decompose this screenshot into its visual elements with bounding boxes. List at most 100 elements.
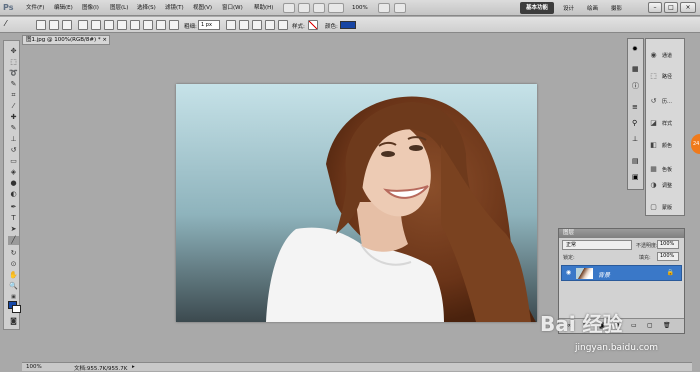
intersect-mode-icon[interactable] <box>265 20 275 30</box>
bridge-icon[interactable] <box>283 3 295 13</box>
image-canvas[interactable] <box>176 84 537 322</box>
layer-name[interactable]: 背景 <box>598 270 610 279</box>
dodge-tool-icon[interactable]: ◐ <box>8 190 19 199</box>
brush-tool-icon[interactable]: ✎ <box>8 124 19 133</box>
paint-bucket-tool-icon[interactable]: ◈ <box>8 168 19 177</box>
document-tab[interactable]: 图1.jpg @ 100%(RGB/8#) * × <box>22 35 110 45</box>
pen-icon[interactable] <box>78 20 88 30</box>
zoom-tool-icon[interactable]: 🔍 <box>8 282 19 291</box>
exclude-mode-icon[interactable] <box>278 20 288 30</box>
panel-adjustments[interactable]: ◑ 调整 <box>649 179 683 193</box>
workspace-painting[interactable]: 绘画 <box>587 4 598 12</box>
add-mode-icon[interactable] <box>239 20 249 30</box>
rectangle-icon[interactable] <box>104 20 114 30</box>
panel-color[interactable]: ◧ 颜色 <box>649 139 683 153</box>
path-selection-tool-icon[interactable]: ➤ <box>8 225 19 234</box>
menu-layer[interactable]: 图层(L) <box>110 4 128 13</box>
close-icon[interactable]: × <box>680 2 696 13</box>
info-icon[interactable]: ⓘ <box>632 81 639 91</box>
blend-mode-select[interactable]: 正常 <box>562 240 632 250</box>
layer-row-background[interactable]: ◉ 背景 🔒 <box>561 265 682 281</box>
layers-panel-title[interactable]: 图层 <box>559 229 684 238</box>
freeform-pen-icon[interactable] <box>91 20 101 30</box>
workspace-essentials-button[interactable]: 基本功能 <box>520 2 554 14</box>
style-picker-icon[interactable] <box>308 20 318 30</box>
opacity-input[interactable]: 100% <box>657 240 679 249</box>
new-layer-mode-icon[interactable] <box>226 20 236 30</box>
line-tool-icon[interactable]: ⁄ <box>5 19 6 28</box>
brush-presets-icon[interactable]: ≡ <box>632 103 638 111</box>
minimize-icon[interactable]: – <box>648 2 662 13</box>
side-badge[interactable]: 24 <box>691 134 700 154</box>
status-doc-info[interactable]: 文档:955.7K/955.7K <box>74 364 127 372</box>
status-arrow-icon[interactable]: ▸ <box>132 364 135 370</box>
lasso-tool-icon[interactable]: ➰ <box>8 69 19 78</box>
line-shape-tool-icon[interactable]: ╱ <box>8 236 19 245</box>
panel-styles[interactable]: ◪ 样式 <box>649 117 683 131</box>
history-brush-tool-icon[interactable]: ↺ <box>8 146 19 155</box>
panel-history[interactable]: ↺ 历… <box>649 95 683 109</box>
marquee-tool-icon[interactable]: ⬚ <box>8 58 19 67</box>
polygon-icon[interactable] <box>143 20 153 30</box>
status-zoom[interactable]: 100% <box>26 364 42 370</box>
fill-input[interactable]: 100% <box>657 252 679 261</box>
background-color[interactable] <box>12 305 21 313</box>
zoom-level[interactable]: 100% <box>352 4 368 13</box>
eyedropper-tool-icon[interactable]: ⁄ <box>8 102 19 111</box>
eraser-tool-icon[interactable]: ▭ <box>8 157 19 166</box>
pen-tool-icon[interactable]: ✒ <box>8 203 19 212</box>
menu-select[interactable]: 选择(S) <box>137 4 156 13</box>
move-tool-icon[interactable]: ✥ <box>8 47 19 56</box>
arrange-documents-icon[interactable] <box>378 3 390 13</box>
clone-source-icon[interactable]: ⚲ <box>632 119 637 127</box>
maximize-icon[interactable]: □ <box>664 2 678 13</box>
panel-masks[interactable]: ▢ 蒙版 <box>649 201 683 215</box>
hand-tool-icon[interactable]: ✋ <box>8 271 19 280</box>
menu-window[interactable]: 窗口(W) <box>222 4 243 13</box>
panel-swatches[interactable]: ▦ 色板 <box>649 163 683 177</box>
quick-select-tool-icon[interactable]: ✎ <box>8 80 19 89</box>
menu-view[interactable]: 视图(V) <box>193 4 212 13</box>
type-tool-icon[interactable]: T <box>8 214 19 223</box>
fill-pixels-icon[interactable] <box>62 20 72 30</box>
ellipse-icon[interactable] <box>130 20 140 30</box>
line-icon[interactable] <box>156 20 166 30</box>
subtract-mode-icon[interactable] <box>252 20 262 30</box>
clone-stamp-tool-icon[interactable]: ⊥ <box>8 135 19 144</box>
menu-help[interactable]: 帮助(H) <box>254 4 273 13</box>
crop-tool-icon[interactable]: ⌗ <box>8 91 19 100</box>
color-swatch[interactable] <box>340 21 356 29</box>
mini-bridge-icon[interactable] <box>298 3 310 13</box>
healing-brush-tool-icon[interactable]: ✚ <box>8 113 19 122</box>
character-icon[interactable]: ⊥ <box>632 135 638 143</box>
rounded-rectangle-icon[interactable] <box>117 20 127 30</box>
custom-shape-icon[interactable] <box>169 20 179 30</box>
navigator-icon[interactable]: ✹ <box>632 45 638 53</box>
menu-image[interactable]: 图像(I) <box>82 4 99 13</box>
notes-icon[interactable]: ▣ <box>632 173 639 181</box>
workspace-photography[interactable]: 摄影 <box>611 4 622 12</box>
menu-bar: Ps 文件(F) 编辑(E) 图像(I) 图层(L) 选择(S) 滤镜(T) 视… <box>0 0 700 16</box>
weight-input[interactable]: 1 px <box>198 20 220 30</box>
hand-tool-icon[interactable] <box>328 3 344 13</box>
panel-paths[interactable]: ⬚ 路径 <box>649 70 683 84</box>
histogram-icon[interactable]: ▦ <box>632 65 639 73</box>
3d-rotate-tool-icon[interactable]: ↻ <box>8 249 19 258</box>
extras-icon[interactable] <box>313 3 325 13</box>
panel-adjustments-label: 调整 <box>662 183 673 189</box>
eye-icon[interactable]: ◉ <box>564 269 573 278</box>
3d-orbit-tool-icon[interactable]: ⊙ <box>8 260 19 269</box>
menu-file[interactable]: 文件(F) <box>26 4 44 13</box>
blur-tool-icon[interactable]: ● <box>8 179 19 188</box>
panel-channels[interactable]: ◉ 通道 <box>649 49 683 63</box>
panel-history-label: 历… <box>662 99 673 105</box>
menu-filter[interactable]: 滤镜(T) <box>165 4 184 13</box>
close-tab-icon[interactable]: × <box>102 37 107 43</box>
workspace-design[interactable]: 设计 <box>563 4 574 12</box>
actions-icon[interactable]: ▤ <box>632 157 639 165</box>
quick-mask-icon[interactable]: ◙ <box>8 317 19 326</box>
paths-icon[interactable] <box>49 20 59 30</box>
menu-edit[interactable]: 编辑(E) <box>54 4 73 13</box>
shape-layers-icon[interactable] <box>36 20 46 30</box>
screen-mode-icon[interactable] <box>394 3 406 13</box>
